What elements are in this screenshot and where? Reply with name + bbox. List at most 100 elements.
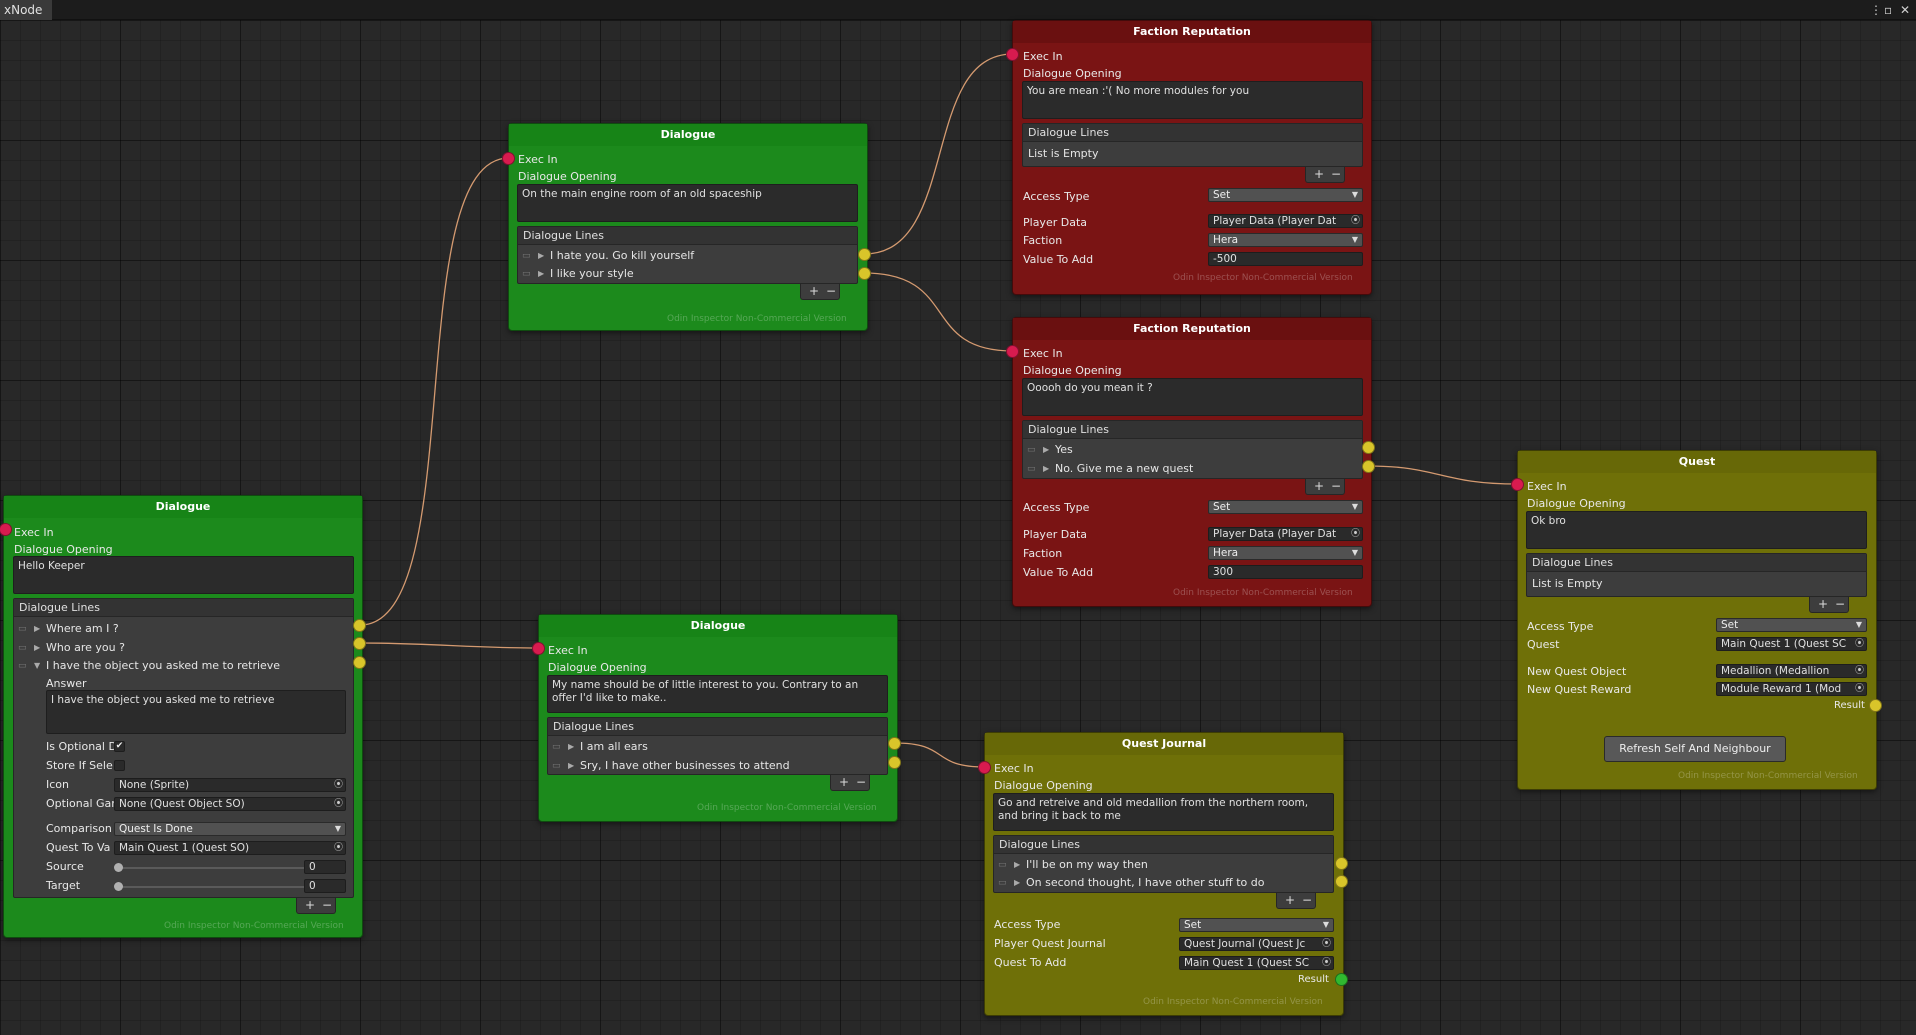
faction-reputation-node-2[interactable]: Faction Reputation Exec In Dialogue Open… <box>1012 317 1372 607</box>
dialogue-node-top[interactable]: Dialogue Exec In Dialogue Opening On the… <box>508 123 868 331</box>
dialogue-node-mid[interactable]: Dialogue Exec In Dialogue Opening My nam… <box>538 614 898 822</box>
list-item[interactable]: ▭ ▶ No. Give me a new quest <box>1023 461 1362 477</box>
add-item-button[interactable]: + <box>305 898 315 912</box>
remove-item-button[interactable]: − <box>1331 167 1341 181</box>
expand-arrow-icon[interactable]: ▶ <box>568 739 574 755</box>
dialogue-line-output-port[interactable] <box>1362 441 1375 454</box>
player-data-field[interactable]: Player Data (Player Dat ⦿ <box>1208 527 1363 541</box>
list-item[interactable]: ▭ ▼ I have the object you asked me to ret… <box>14 658 353 674</box>
exec-in-port[interactable] <box>978 761 991 774</box>
remove-item-button[interactable]: − <box>322 898 332 912</box>
close-icon[interactable]: ✕ <box>1900 0 1910 20</box>
remove-item-button[interactable]: − <box>856 775 866 789</box>
remove-item-button[interactable]: − <box>1302 893 1312 907</box>
list-item[interactable]: ▭ ▶ I hate you. Go kill yourself <box>518 248 857 264</box>
dialogue-line-output-port[interactable] <box>888 737 901 750</box>
object-picker-icon[interactable]: ⦿ <box>1351 528 1360 540</box>
store-if-selected-checkbox[interactable] <box>114 760 125 771</box>
collapse-arrow-icon[interactable]: ▼ <box>34 658 40 674</box>
drag-handle-icon[interactable]: ▭ <box>1027 461 1036 477</box>
expand-arrow-icon[interactable]: ▶ <box>1014 857 1020 873</box>
object-picker-icon[interactable]: ⦿ <box>1855 665 1864 677</box>
remove-item-button[interactable]: − <box>1835 597 1845 611</box>
access-type-dropdown[interactable]: Set ▼ <box>1208 188 1363 202</box>
player-data-field[interactable]: Player Data (Player Dat ⦿ <box>1208 214 1363 228</box>
expand-arrow-icon[interactable]: ▶ <box>538 266 544 282</box>
drag-handle-icon[interactable]: ▭ <box>522 248 531 264</box>
dialogue-line-output-port[interactable] <box>1335 875 1348 888</box>
xnode-window-tab[interactable]: xNode <box>0 0 53 20</box>
dialogue-line-output-port[interactable] <box>1362 460 1375 473</box>
access-type-dropdown[interactable]: Set ▼ <box>1716 618 1867 632</box>
source-slider[interactable] <box>118 867 308 869</box>
object-picker-icon[interactable]: ⦿ <box>1855 683 1864 695</box>
dialogue-opening-textarea[interactable]: You are mean :'( No more modules for you <box>1022 81 1363 119</box>
exec-in-port[interactable] <box>1006 345 1019 358</box>
remove-item-button[interactable]: − <box>826 284 836 298</box>
window-menu-icon[interactable]: ⋮ <box>1870 0 1882 20</box>
faction-reputation-node-1[interactable]: Faction Reputation Exec In Dialogue Open… <box>1012 20 1372 295</box>
add-item-button[interactable]: + <box>839 775 849 789</box>
result-output-port[interactable] <box>1335 973 1348 986</box>
target-slider-knob[interactable] <box>114 882 123 891</box>
dialogue-opening-textarea[interactable]: Ok bro <box>1526 511 1867 549</box>
dialogue-line-output-port[interactable] <box>888 756 901 769</box>
exec-in-port[interactable] <box>1006 48 1019 61</box>
expand-arrow-icon[interactable]: ▶ <box>1014 875 1020 891</box>
list-item[interactable]: ▭ ▶ I like your style <box>518 266 857 282</box>
object-picker-icon[interactable]: ⦿ <box>334 798 343 810</box>
object-picker-icon[interactable]: ⦿ <box>334 842 343 854</box>
quest-node[interactable]: Quest Exec In Dialogue Opening Ok bro Di… <box>1517 450 1877 790</box>
comparison-dropdown[interactable]: Quest Is Done ▼ <box>114 822 346 836</box>
list-item[interactable]: ▭ ▶ On second thought, I have other stuff… <box>994 875 1333 891</box>
optional-object-field[interactable]: None (Quest Object SO) ⦿ <box>114 797 346 811</box>
target-value-field[interactable]: 0 <box>304 879 346 893</box>
dialogue-opening-textarea[interactable]: My name should be of little interest to … <box>547 675 888 713</box>
refresh-self-and-neighbour-button[interactable]: Refresh Self And Neighbour <box>1604 736 1786 762</box>
expand-arrow-icon[interactable]: ▶ <box>538 248 544 264</box>
drag-handle-icon[interactable]: ▭ <box>552 739 561 755</box>
quest-field[interactable]: Main Quest 1 (Quest SC ⦿ <box>1716 637 1867 651</box>
dialogue-line-output-port[interactable] <box>1335 857 1348 870</box>
object-picker-icon[interactable]: ⦿ <box>1351 215 1360 227</box>
drag-handle-icon[interactable]: ▭ <box>1027 442 1036 458</box>
add-item-button[interactable]: + <box>1314 479 1324 493</box>
drag-handle-icon[interactable]: ▭ <box>552 758 561 774</box>
quest-to-validate-field[interactable]: Main Quest 1 (Quest SO) ⦿ <box>114 841 346 855</box>
drag-handle-icon[interactable]: ▭ <box>998 875 1007 891</box>
target-slider[interactable] <box>118 886 308 888</box>
drag-handle-icon[interactable]: ▭ <box>18 640 27 656</box>
list-item[interactable]: ▭ ▶ Yes <box>1023 442 1362 458</box>
dialogue-line-output-port[interactable] <box>353 656 366 669</box>
object-picker-icon[interactable]: ⦿ <box>334 779 343 791</box>
list-item[interactable]: ▭ ▶ Sry, I have other businesses to atten… <box>548 758 887 774</box>
dialogue-opening-textarea[interactable]: Go and retreive and old medallion from t… <box>993 793 1334 831</box>
dialogue-line-output-port[interactable] <box>353 637 366 650</box>
list-item[interactable]: ▭ ▶ Who are you ? <box>14 640 353 656</box>
drag-handle-icon[interactable]: ▭ <box>998 857 1007 873</box>
new-quest-reward-field[interactable]: Module Reward 1 (Mod ⦿ <box>1716 682 1867 696</box>
list-item[interactable]: ▭ ▶ I'll be on my way then <box>994 857 1333 873</box>
exec-in-port[interactable] <box>532 642 545 655</box>
drag-handle-icon[interactable]: ▭ <box>18 621 27 637</box>
dialogue-opening-textarea[interactable]: On the main engine room of an old spaces… <box>517 184 858 222</box>
expand-arrow-icon[interactable]: ▶ <box>1043 461 1049 477</box>
remove-item-button[interactable]: − <box>1331 479 1341 493</box>
faction-dropdown[interactable]: Hera ▼ <box>1208 233 1363 247</box>
dialogue-opening-textarea[interactable]: Ooooh do you mean it ? <box>1022 378 1363 416</box>
expand-arrow-icon[interactable]: ▶ <box>34 621 40 637</box>
expand-arrow-icon[interactable]: ▶ <box>568 758 574 774</box>
expand-arrow-icon[interactable]: ▶ <box>34 640 40 656</box>
add-item-button[interactable]: + <box>809 284 819 298</box>
result-output-port[interactable] <box>1869 699 1882 712</box>
expand-arrow-icon[interactable]: ▶ <box>1043 442 1049 458</box>
player-quest-journal-field[interactable]: Quest Journal (Quest Jc ⦿ <box>1179 937 1334 951</box>
object-picker-icon[interactable]: ⦿ <box>1322 938 1331 950</box>
object-picker-icon[interactable]: ⦿ <box>1322 957 1331 969</box>
drag-handle-icon[interactable]: ▭ <box>522 266 531 282</box>
new-quest-object-field[interactable]: Medallion (Medallion ⦿ <box>1716 664 1867 678</box>
faction-dropdown[interactable]: Hera ▼ <box>1208 546 1363 560</box>
source-slider-knob[interactable] <box>114 863 123 872</box>
icon-object-field[interactable]: None (Sprite) ⦿ <box>114 778 346 792</box>
drag-handle-icon[interactable]: ▭ <box>18 658 27 674</box>
